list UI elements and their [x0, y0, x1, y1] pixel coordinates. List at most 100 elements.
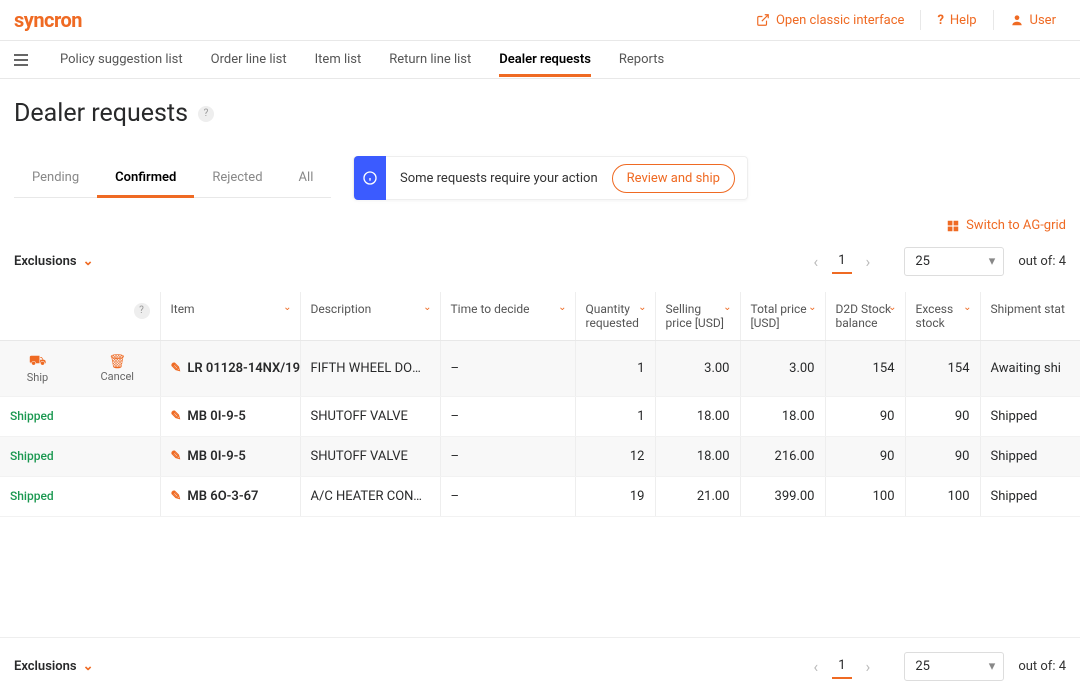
page-number[interactable]: 1 — [832, 654, 851, 679]
description-cell: FIFTH WHEEL DOWEL… — [300, 341, 440, 397]
ship-icon: ⛟ — [10, 353, 65, 371]
total-cell: 18.00 — [740, 397, 825, 437]
external-icon — [756, 13, 770, 27]
col-description[interactable]: Description⌄ — [300, 292, 440, 341]
d2d-cell: 154 — [825, 341, 905, 397]
switch-ag-grid-label: Switch to AG-grid — [966, 218, 1066, 233]
info-icon — [354, 156, 386, 200]
pencil-icon: ✎ — [171, 449, 182, 464]
exclusions-label: Exclusions — [14, 254, 77, 269]
selling-cell: 21.00 — [655, 477, 740, 517]
qty-cell: 12 — [575, 437, 655, 477]
grid-icon — [946, 219, 960, 233]
open-classic-link[interactable]: Open classic interface — [746, 13, 914, 28]
col-time[interactable]: Time to decide⌄ — [440, 292, 575, 341]
action-alert: Some requests require your action Review… — [353, 156, 748, 200]
col-shipment[interactable]: Shipment stat — [980, 292, 1080, 341]
sort-icon: ⌄ — [808, 302, 816, 313]
nav-reports[interactable]: Reports — [619, 42, 664, 77]
open-classic-label: Open classic interface — [776, 13, 904, 28]
col-d2d[interactable]: D2D Stock balance⌄ — [825, 292, 905, 341]
excess-cell: 90 — [905, 437, 980, 477]
page-size-select[interactable]: 25 — [904, 247, 1004, 276]
pencil-icon: ✎ — [171, 361, 182, 376]
excess-cell: 90 — [905, 397, 980, 437]
qty-cell: 1 — [575, 397, 655, 437]
selling-cell: 3.00 — [655, 341, 740, 397]
d2d-cell: 90 — [825, 397, 905, 437]
table-row[interactable]: Shipped ✎MB 6O-3-67 A/C HEATER CONTROL–192… — [0, 477, 1080, 517]
sort-icon: ⌄ — [638, 302, 646, 313]
shipment-cell: Shipped — [980, 477, 1080, 517]
page-title: Dealer requests — [14, 99, 188, 128]
sort-icon: ⌄ — [723, 302, 731, 313]
qty-cell: 19 — [575, 477, 655, 517]
selling-cell: 18.00 — [655, 437, 740, 477]
col-excess[interactable]: Excess stock⌄ — [905, 292, 980, 341]
user-link[interactable]: User — [1000, 13, 1066, 28]
menu-icon[interactable] — [14, 50, 28, 70]
page-prev-button[interactable]: ‹ — [809, 248, 822, 275]
page-out-of: out of: 4 — [1018, 254, 1066, 269]
exclusions-toggle-bottom[interactable]: Exclusions ⌄ — [14, 659, 93, 674]
col-total[interactable]: Total price [USD]⌄ — [740, 292, 825, 341]
user-icon — [1010, 13, 1024, 27]
sort-icon: ⌄ — [963, 302, 971, 313]
qty-cell: 1 — [575, 341, 655, 397]
time-cell: – — [440, 477, 575, 517]
sort-icon: ⌄ — [283, 302, 291, 313]
status-badge: Shipped — [10, 409, 54, 423]
page-next-button[interactable]: › — [862, 248, 875, 275]
description-cell: A/C HEATER CONTROL — [300, 477, 440, 517]
page-size-select-bottom[interactable]: 25 — [904, 652, 1004, 681]
tab-confirmed[interactable]: Confirmed — [97, 158, 194, 198]
total-cell: 216.00 — [740, 437, 825, 477]
nav-dealer-requests[interactable]: Dealer requests — [499, 42, 591, 77]
table-row[interactable]: ⛟Ship🗑Cancel ✎LR 01128-14NX/19… FIFTH WHEE… — [0, 341, 1080, 397]
d2d-cell: 100 — [825, 477, 905, 517]
page-out-of-bottom: out of: 4 — [1018, 659, 1066, 674]
help-link[interactable]: ? Help — [927, 13, 986, 28]
status-badge: Shipped — [10, 489, 54, 503]
nav-return-line[interactable]: Return line list — [389, 42, 471, 77]
chevron-down-icon: ⌄ — [83, 659, 94, 674]
nav-item-list[interactable]: Item list — [315, 42, 362, 77]
item-cell[interactable]: ✎LR 01128-14NX/19… — [171, 361, 290, 376]
help-label: Help — [950, 13, 977, 28]
item-cell[interactable]: ✎MB 0I-9-5 — [171, 409, 290, 424]
status-tabs: Pending Confirmed Rejected All — [14, 158, 331, 198]
question-icon: ? — [937, 13, 943, 28]
col-item[interactable]: Item⌄ — [160, 292, 300, 341]
page-help-icon[interactable]: ? — [198, 106, 214, 122]
col-qty[interactable]: Quantity requested⌄ — [575, 292, 655, 341]
exclusions-toggle[interactable]: Exclusions ⌄ — [14, 254, 93, 269]
description-cell: SHUTOFF VALVE — [300, 437, 440, 477]
page-number[interactable]: 1 — [832, 249, 851, 274]
time-cell: – — [440, 341, 575, 397]
review-ship-button[interactable]: Review and ship — [612, 164, 735, 193]
ship-action[interactable]: ⛟Ship — [0, 341, 75, 397]
col-selling[interactable]: Selling price [USD]⌄ — [655, 292, 740, 341]
exclusions-label: Exclusions — [14, 659, 77, 674]
item-cell[interactable]: ✎MB 6O-3-67 — [171, 489, 290, 504]
shipment-cell: Shipped — [980, 397, 1080, 437]
logo: syncron — [14, 8, 82, 32]
cancel-action[interactable]: 🗑Cancel — [75, 341, 160, 397]
chevron-down-icon: ⌄ — [83, 254, 94, 269]
selling-cell: 18.00 — [655, 397, 740, 437]
switch-ag-grid-link[interactable]: Switch to AG-grid — [946, 218, 1066, 233]
status-badge: Shipped — [10, 449, 54, 463]
tab-all[interactable]: All — [281, 158, 332, 197]
nav-order-line[interactable]: Order line list — [211, 42, 287, 77]
tab-pending[interactable]: Pending — [14, 158, 97, 197]
sort-icon: ⌄ — [423, 302, 431, 313]
item-cell[interactable]: ✎MB 0I-9-5 — [171, 449, 290, 464]
nav-policy-suggestion[interactable]: Policy suggestion list — [60, 42, 183, 77]
alert-text: Some requests require your action — [386, 171, 612, 186]
tab-rejected[interactable]: Rejected — [194, 158, 280, 197]
table-row[interactable]: Shipped✎MB 0I-9-5SHUTOFF VALVE–118.0018.… — [0, 397, 1080, 437]
description-cell: SHUTOFF VALVE — [300, 397, 440, 437]
table-row[interactable]: Shipped✎MB 0I-9-5SHUTOFF VALVE–1218.0021… — [0, 437, 1080, 477]
header-help-icon[interactable]: ? — [134, 303, 150, 319]
user-label: User — [1030, 13, 1056, 28]
